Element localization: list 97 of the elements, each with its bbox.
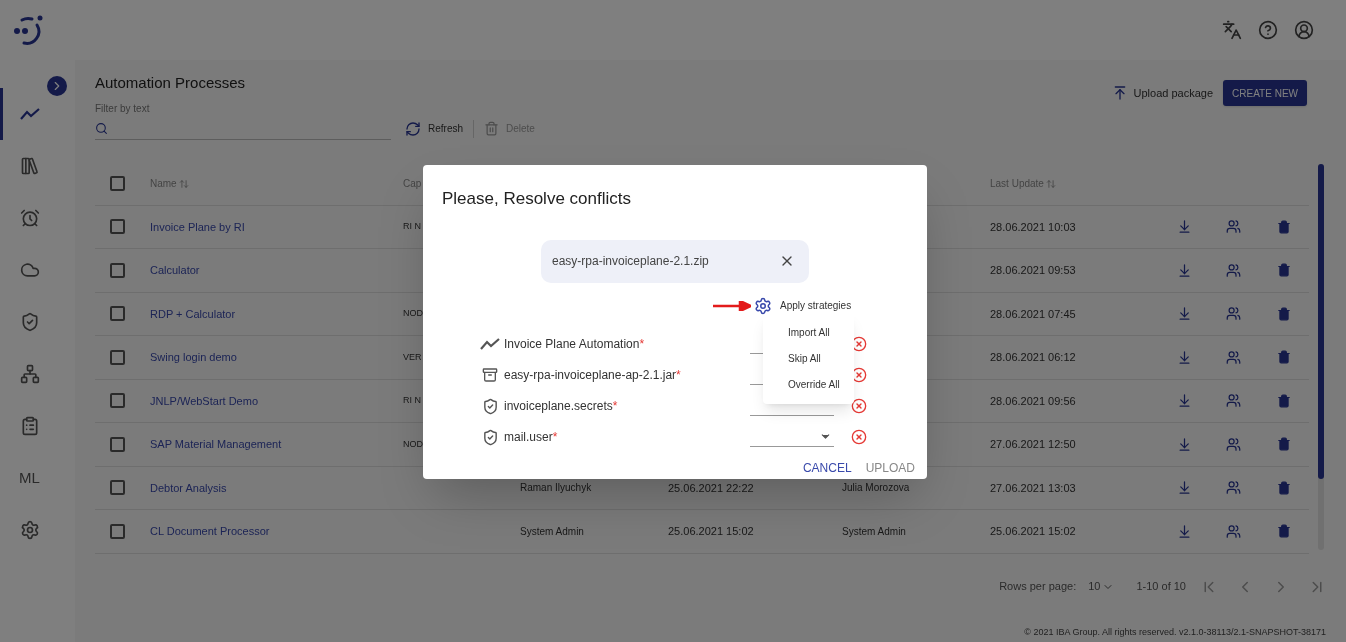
chart-icon bbox=[19, 107, 40, 121]
expand-button[interactable] bbox=[47, 76, 67, 96]
users-icon[interactable] bbox=[1226, 523, 1241, 539]
table-cell-text: Raman Ilyuchyk bbox=[520, 481, 592, 496]
menu-item[interactable]: Import All bbox=[763, 319, 854, 346]
trash-icon bbox=[484, 121, 499, 136]
checkbox[interactable] bbox=[110, 523, 125, 539]
cancel-button[interactable]: CANCEL bbox=[802, 458, 852, 477]
upload-package-button[interactable]: Upload package bbox=[1107, 84, 1218, 102]
scrollbar[interactable] bbox=[1318, 164, 1324, 550]
create-new-button[interactable]: CREATE NEW bbox=[1223, 80, 1307, 106]
conflict-label: easy-rpa-invoiceplane-ap-2.1.jar* bbox=[504, 367, 682, 384]
checkbox[interactable] bbox=[110, 436, 125, 452]
translate-icon[interactable] bbox=[1222, 20, 1242, 40]
trash-icon[interactable] bbox=[1277, 480, 1291, 495]
table-cell-text: 28.06.2021 06:12 bbox=[990, 350, 1076, 365]
account-icon[interactable] bbox=[1294, 20, 1314, 40]
page-title: Automation Processes bbox=[95, 73, 246, 93]
conflict-label: Invoice Plane Automation* bbox=[504, 336, 646, 353]
table-cell: VER bbox=[403, 350, 422, 364]
settings-icon bbox=[754, 296, 772, 315]
arrow-icon bbox=[713, 300, 751, 311]
checkbox[interactable] bbox=[110, 306, 125, 322]
rows-per-page-select[interactable]: 10 bbox=[1088, 578, 1115, 595]
sidebar-item[interactable]: ML bbox=[0, 452, 56, 504]
checkbox[interactable] bbox=[110, 480, 125, 496]
dialog-title: Please, Resolve conflicts bbox=[442, 188, 632, 210]
alarm-icon bbox=[19, 208, 40, 228]
trash-icon[interactable] bbox=[1277, 350, 1291, 365]
conflict-label: mail.user* bbox=[504, 429, 559, 446]
table-cell-text: 27.06.2021 12:50 bbox=[990, 437, 1076, 452]
process-link[interactable]: Swing login demo bbox=[150, 349, 237, 366]
trash-icon[interactable] bbox=[1277, 524, 1291, 539]
trash-icon[interactable] bbox=[1277, 393, 1291, 408]
footer-text: © 2021 IBA Group. All rights reserved. v2.1.0-38113/2.1-SNAPSHOT-38171 bbox=[1024, 625, 1327, 639]
process-link[interactable]: RDP + Calculator bbox=[150, 305, 236, 322]
page-range: 1-10 of 10 bbox=[1136, 579, 1186, 595]
users-icon[interactable] bbox=[1226, 219, 1241, 235]
search-icon bbox=[95, 121, 108, 135]
table-cell-text: 25.06.2021 15:02 bbox=[668, 524, 754, 539]
hub-icon bbox=[19, 364, 40, 384]
trash-icon[interactable] bbox=[1277, 306, 1291, 321]
table-cell-text: NOD bbox=[403, 307, 423, 320]
table-cell-text: RI N bbox=[403, 220, 421, 233]
filter-label: Filter by text bbox=[95, 101, 151, 116]
process-link[interactable]: CL Document Processor bbox=[150, 523, 270, 540]
table-cell-text: System Admin bbox=[520, 524, 584, 539]
file-name: easy-rpa-invoiceplane-2.1.zip bbox=[552, 253, 709, 270]
shield-icon bbox=[481, 397, 499, 415]
table-cell-text: 25.06.2021 15:02 bbox=[990, 524, 1076, 539]
process-link[interactable]: JNLP/WebStart Demo bbox=[150, 392, 258, 409]
table-cell-text: 28.06.2021 07:45 bbox=[990, 306, 1076, 322]
users-icon[interactable] bbox=[1226, 480, 1241, 496]
checkbox[interactable] bbox=[110, 393, 125, 409]
process-link[interactable]: Invoice Plane by RI bbox=[150, 218, 245, 235]
help-icon[interactable] bbox=[1258, 20, 1278, 40]
table-cell: NOD bbox=[403, 437, 423, 451]
process-link[interactable]: Calculator bbox=[150, 262, 200, 279]
apply-strategies-button[interactable]: Apply strategies bbox=[754, 296, 852, 315]
refresh-icon bbox=[405, 120, 421, 137]
remove-icon[interactable] bbox=[851, 429, 867, 445]
checkbox[interactable] bbox=[110, 219, 125, 235]
table-cell-text: RI N bbox=[403, 394, 421, 407]
users-icon[interactable] bbox=[1226, 393, 1241, 409]
menu-item[interactable]: Override All bbox=[763, 371, 854, 398]
upload-button[interactable]: UPLOAD bbox=[865, 458, 915, 477]
table-cell-text: 28.06.2021 09:56 bbox=[990, 393, 1076, 409]
table-cell-text: 28.06.2021 09:53 bbox=[990, 263, 1076, 278]
chart-icon bbox=[480, 337, 500, 351]
process-link[interactable]: SAP Material Management bbox=[150, 436, 282, 453]
shield-icon bbox=[481, 428, 499, 446]
rows-per-page-label: Rows per page: bbox=[999, 579, 1077, 595]
archive-icon bbox=[482, 367, 498, 383]
table-cell-text: System Admin bbox=[842, 524, 906, 539]
users-icon[interactable] bbox=[1226, 306, 1241, 322]
checkbox[interactable] bbox=[110, 176, 125, 191]
checkbox[interactable] bbox=[110, 262, 125, 278]
menu-item[interactable]: Skip All bbox=[763, 345, 854, 372]
trash-icon[interactable] bbox=[1277, 219, 1291, 234]
table-cell-text: 27.06.2021 13:03 bbox=[990, 480, 1076, 496]
cloud-icon bbox=[19, 260, 40, 280]
refresh-button[interactable]: Refresh bbox=[405, 120, 463, 137]
trash-icon[interactable] bbox=[1277, 263, 1291, 278]
trash-icon[interactable] bbox=[1277, 437, 1291, 452]
sort-icon bbox=[178, 178, 189, 189]
users-icon[interactable] bbox=[1226, 349, 1241, 365]
table-cell-text: Julia Morozova bbox=[842, 481, 910, 496]
settings-icon bbox=[19, 520, 40, 540]
table-cell-text: 28.06.2021 10:03 bbox=[990, 219, 1076, 235]
process-link[interactable]: Debtor Analysis bbox=[150, 479, 227, 496]
users-icon[interactable] bbox=[1226, 436, 1241, 452]
conflict-label: invoiceplane.secrets* bbox=[504, 398, 619, 415]
table-cell-text: 25.06.2021 22:22 bbox=[668, 480, 754, 496]
sort-icon bbox=[1045, 178, 1056, 189]
checkbox[interactable] bbox=[110, 349, 125, 365]
library-icon bbox=[19, 156, 40, 176]
users-icon[interactable] bbox=[1226, 262, 1241, 278]
